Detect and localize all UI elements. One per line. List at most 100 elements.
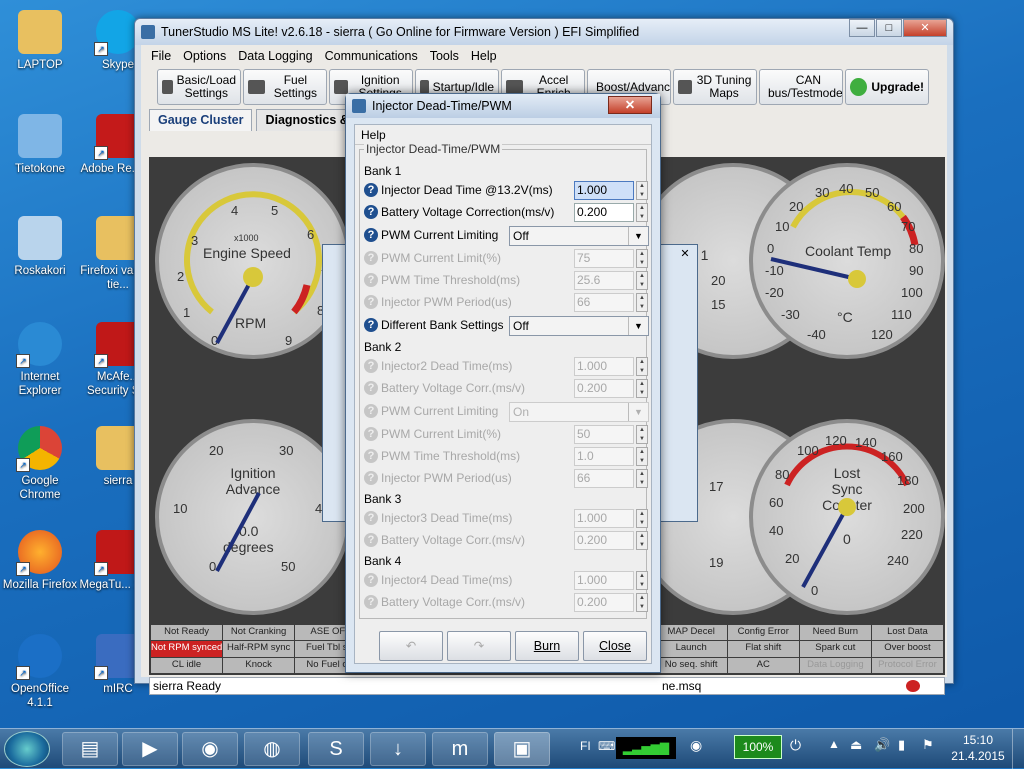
desktop-icon-chrome[interactable]: ↗ Google Chrome xyxy=(0,426,80,502)
desktop-icon-openoffice[interactable]: ↗ OpenOffice 4.1.1 xyxy=(0,634,80,710)
network-icon[interactable]: ▮ xyxy=(898,737,905,753)
window-titlebar[interactable]: TunerStudio MS Lite! v2.6.18 - sierra ( … xyxy=(135,19,953,45)
power-plug-icon[interactable]: ⏻ xyxy=(790,737,801,754)
dialog-close-button[interactable]: ✕ xyxy=(608,96,652,114)
chevron-down-icon: ▼ xyxy=(628,227,648,245)
menu-options[interactable]: Options xyxy=(177,49,232,63)
upgrade-arrow-icon xyxy=(850,78,868,96)
indicator: Config Error xyxy=(727,625,799,641)
desktop-icon-roskakori[interactable]: Roskakori xyxy=(0,216,80,278)
gauge-coolant-temp: Coolant Temp °C -40 -30 -20 -10 0 10 20 … xyxy=(749,163,945,359)
taskbar-app-red[interactable]: ↓ xyxy=(370,732,426,766)
toolbar-upgrade[interactable]: Upgrade! xyxy=(845,69,929,105)
recycle-bin-icon xyxy=(18,216,62,260)
signal-strength-icon[interactable]: ▂▃▅▆▇ xyxy=(616,737,676,759)
field-label: PWM Time Threshold(ms) xyxy=(381,449,521,463)
indicator: Knock xyxy=(223,657,295,673)
menu-file[interactable]: File xyxy=(145,49,177,63)
menu-data-logging[interactable]: Data Logging xyxy=(232,49,318,63)
tab-gauge-cluster[interactable]: Gauge Cluster xyxy=(149,109,253,131)
engine-speed-needle-layer xyxy=(215,267,263,344)
close-icon[interactable]: ✕ xyxy=(677,247,693,261)
spinner-icon: ▲ ▼ xyxy=(636,293,648,312)
row-injector2-dead-time: ? Injector2 Dead Time(ms) 1.000 ▲ ▼ xyxy=(364,356,648,378)
battery-indicator[interactable]: 100% xyxy=(734,735,782,759)
help-icon[interactable]: ? xyxy=(364,318,378,332)
taskbar-media-player[interactable]: ▶ xyxy=(122,732,178,766)
battery-voltage-correction-input[interactable]: 0.200 xyxy=(574,203,634,222)
desktop-icon-laptop[interactable]: LAPTOP xyxy=(0,10,80,72)
pwm-current-limiting-2-select: On ▼ xyxy=(509,402,649,422)
taskbar-firefox[interactable]: ◍ xyxy=(244,732,300,766)
volume-icon[interactable]: 🔊 xyxy=(874,737,890,753)
ignition-icon xyxy=(334,80,349,94)
openoffice-icon: ↗ xyxy=(16,634,62,680)
field-label: PWM Current Limiting xyxy=(381,228,499,242)
toolbar-fuel-settings[interactable]: Fuel Settings xyxy=(243,69,327,105)
partial-label: 20 xyxy=(711,273,726,288)
ignition-needle-layer xyxy=(215,492,261,572)
row-pwm-current-limit-2: ? PWM Current Limit(%) 50 ▲ ▼ xyxy=(364,424,648,446)
show-desktop-button[interactable] xyxy=(1012,729,1024,769)
desktop-icon-ie[interactable]: ↗ Internet Explorer xyxy=(0,322,80,398)
spinner-icon: ▲ ▼ xyxy=(636,379,648,398)
desktop-icon-tietokone[interactable]: Tietokone xyxy=(0,114,80,176)
indicator: AC xyxy=(727,657,799,673)
injector-dead-time-input[interactable]: 1.000 xyxy=(574,181,634,200)
desktop-icon-firefox[interactable]: ↗ Mozilla Firefox xyxy=(0,530,80,592)
wifi-icon[interactable]: ◉ xyxy=(690,737,702,754)
burn-button[interactable]: Burn xyxy=(515,631,579,661)
taskbar-mirc[interactable]: m xyxy=(432,732,488,766)
help-icon: ? xyxy=(364,359,378,373)
menu-help[interactable]: Help xyxy=(465,49,503,63)
show-hidden-icons[interactable]: ▲ xyxy=(828,737,840,751)
language-indicator[interactable]: FI xyxy=(580,739,591,753)
taskbar-explorer[interactable]: ▤ xyxy=(62,732,118,766)
menu-bar: File Options Data Logging Communications… xyxy=(141,45,947,67)
minimize-button[interactable]: — xyxy=(849,19,875,37)
pwm-current-limiting-select[interactable]: Off ▼ xyxy=(509,226,649,246)
help-icon: ? xyxy=(364,511,378,525)
usb-icon[interactable]: ⏏ xyxy=(850,737,862,753)
settings-group: Injector Dead-Time/PWM Bank 1 ? Injector… xyxy=(359,142,649,619)
close-dialog-button[interactable]: Close xyxy=(583,631,647,661)
help-icon[interactable]: ? xyxy=(364,183,378,197)
dialog-buttons: ↶ ↷ Burn Close xyxy=(379,631,647,663)
mirc-icon: m xyxy=(451,738,469,760)
different-bank-settings-select[interactable]: Off ▼ xyxy=(509,316,649,336)
menu-communications[interactable]: Communications xyxy=(319,49,424,63)
clock-time[interactable]: 15:10 xyxy=(950,733,1006,747)
field-label: PWM Current Limit(%) xyxy=(381,251,502,265)
internet-explorer-icon: ↗ xyxy=(16,322,62,368)
taskbar-skype[interactable]: S xyxy=(308,732,364,766)
spinner-icon[interactable]: ▲ ▼ xyxy=(636,181,648,200)
redo-button[interactable]: ↷ xyxy=(447,631,511,661)
taskbar-chrome[interactable]: ◉ xyxy=(182,732,238,766)
spinner-icon[interactable]: ▲ ▼ xyxy=(636,203,648,222)
taskbar-tunerstudio[interactable]: ▣ xyxy=(494,732,550,766)
indicator: Lost Data xyxy=(871,625,943,641)
skype-icon: S xyxy=(329,738,343,760)
clock-date[interactable]: 21.4.2015 xyxy=(950,749,1006,763)
help-icon[interactable]: ? xyxy=(364,205,378,219)
keyboard-icon[interactable]: ⌨ xyxy=(598,739,615,753)
help-icon[interactable]: ? xyxy=(364,228,378,242)
flag-icon[interactable]: ⚑ xyxy=(922,737,934,753)
maximize-button[interactable]: □ xyxy=(876,19,902,37)
bank2-label: Bank 2 xyxy=(364,340,402,354)
toolbar-basic-load-settings[interactable]: Basic/Load Settings xyxy=(157,69,241,105)
toolbar-can-bus[interactable]: CAN bus/Testmodes xyxy=(759,69,843,105)
toolbar-3d-tuning-maps[interactable]: 3D Tuning Maps xyxy=(673,69,757,105)
select-value: Off xyxy=(513,229,529,243)
coolant-needle-layer xyxy=(770,257,866,288)
close-button[interactable]: ✕ xyxy=(903,19,947,37)
indicator-not-rpm-synced: Not RPM synced xyxy=(151,641,223,657)
dialog-titlebar[interactable]: Injector Dead-Time/PWM ✕ xyxy=(346,94,660,118)
menu-tools[interactable]: Tools xyxy=(424,49,465,63)
field-label: Different Bank Settings xyxy=(381,318,504,332)
engine-icon xyxy=(162,80,173,94)
row-injector3-dead-time: ? Injector3 Dead Time(ms) 1.000 ▲ ▼ xyxy=(364,508,648,530)
field-label: PWM Time Threshold(ms) xyxy=(381,273,521,287)
start-button[interactable] xyxy=(4,731,50,767)
undo-button[interactable]: ↶ xyxy=(379,631,443,661)
